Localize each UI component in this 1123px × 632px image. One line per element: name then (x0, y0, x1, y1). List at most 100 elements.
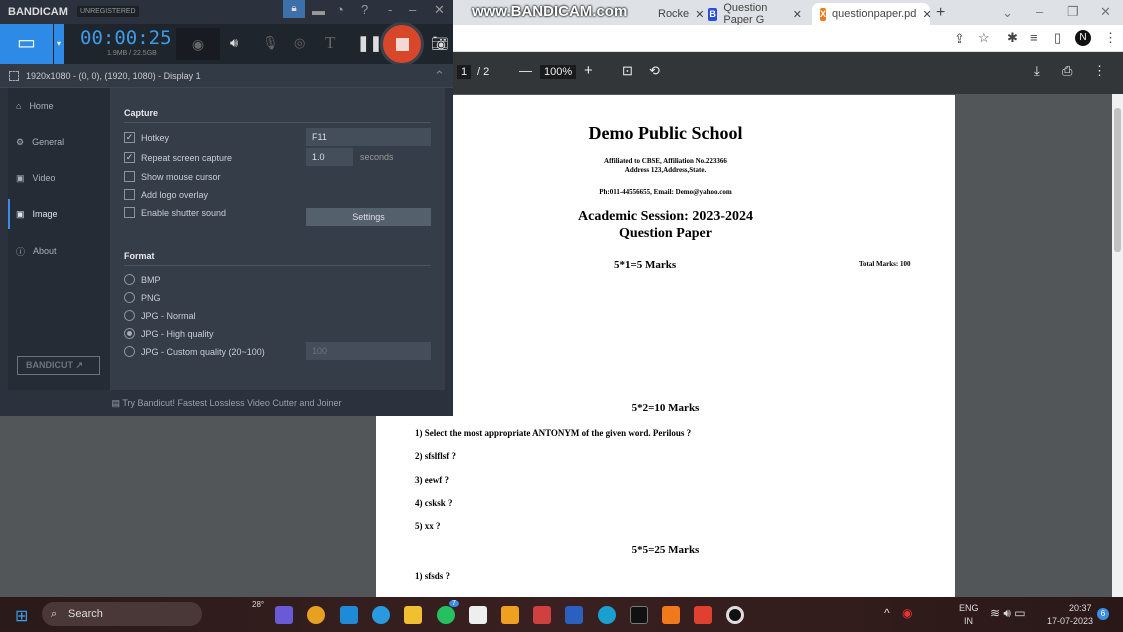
show-hidden-icons[interactable]: ^ (884, 606, 890, 620)
checkbox-checked[interactable]: ✓ (124, 132, 135, 143)
notification-badge[interactable]: 6 (1097, 608, 1109, 620)
speaker-icon[interactable]: 🔊︎ (230, 35, 238, 51)
bandicam-taskbar-icon[interactable] (726, 606, 744, 624)
region[interactable]: IN (964, 616, 973, 626)
clock-icon[interactable]: ◔ (336, 2, 344, 17)
text-overlay-icon[interactable]: T (325, 33, 335, 53)
minimize-button[interactable]: – (1036, 4, 1043, 19)
record-tray-icon[interactable]: ◉ (902, 606, 912, 620)
radio[interactable] (124, 346, 135, 357)
mode-dropdown-button[interactable]: ▾ (54, 24, 64, 64)
sidebar-item-image[interactable]: ▣ Image (8, 199, 102, 229)
new-tab-button[interactable]: + (936, 4, 945, 22)
radio-selected[interactable] (124, 328, 135, 339)
checkbox[interactable] (124, 207, 135, 218)
radio[interactable] (124, 274, 135, 285)
quality-field[interactable]: 100 (306, 342, 431, 360)
radio[interactable] (124, 310, 135, 321)
whatsapp-icon[interactable] (437, 606, 455, 624)
sublime-icon[interactable] (501, 606, 519, 624)
tab-search-icon[interactable]: ⌄ (1002, 5, 1013, 21)
checkbox-checked[interactable]: ✓ (124, 152, 135, 163)
star-icon[interactable]: ☆ (978, 30, 990, 46)
bandicam-footer[interactable]: ▤ Try Bandicut! Fastest Lossless Video C… (0, 390, 453, 416)
wifi-volume-battery-icons[interactable]: ≋ 🔊︎ ▭ (990, 606, 1026, 621)
more-icon[interactable]: ⋮ (1093, 63, 1106, 79)
extensions-icon[interactable]: ✱ (1007, 30, 1018, 46)
shutter-sound-checkbox[interactable]: Enable shutter sound (124, 207, 226, 218)
fit-page-icon[interactable]: ⊡ (622, 63, 633, 79)
app-icon[interactable] (372, 606, 390, 624)
checkbox[interactable] (124, 189, 135, 200)
pause-button[interactable]: ❚❚ (357, 34, 382, 52)
app-icon[interactable] (340, 606, 358, 624)
download-icon[interactable]: ⤓ (1034, 63, 1040, 79)
close-window-button[interactable]: ✕ (1100, 4, 1111, 20)
share-icon[interactable]: ⇪ (954, 31, 965, 47)
show-cursor-checkbox[interactable]: Show mouse cursor (124, 171, 221, 182)
repeat-interval-field[interactable]: 1.0 (306, 148, 353, 166)
format-bmp-radio[interactable]: BMP (124, 274, 161, 285)
stop-record-button[interactable] (380, 22, 424, 66)
terminal-icon[interactable] (630, 606, 648, 624)
tab-question-paper-generator[interactable]: B Question Paper G ✕ (700, 2, 810, 26)
bandicut-button[interactable]: BANDICUT ↗ (17, 356, 100, 375)
clock-time[interactable]: 20:37 (1069, 603, 1092, 613)
settings-button[interactable]: Settings (306, 208, 431, 226)
format-png-radio[interactable]: PNG (124, 292, 161, 303)
app-icon[interactable] (533, 606, 551, 624)
profile-avatar[interactable]: N (1075, 30, 1091, 46)
zoom-out-button[interactable]: — (519, 63, 532, 78)
maximize-button[interactable]: ❐ (1067, 4, 1079, 20)
repeat-capture-checkbox[interactable]: ✓ Repeat screen capture (124, 152, 232, 163)
sidebar-item-about[interactable]: ⓘ About (8, 236, 102, 266)
page-number-input[interactable]: 1 (457, 65, 472, 79)
format-jpg-normal-radio[interactable]: JPG - Normal (124, 310, 196, 321)
zoom-in-button[interactable]: + (584, 62, 593, 79)
format-jpg-high-radio[interactable]: JPG - High quality (124, 328, 214, 339)
lock-icon[interactable]: 🔒︎ (283, 0, 305, 18)
close-icon[interactable]: ✕ (793, 8, 802, 21)
chrome-icon[interactable] (307, 606, 325, 624)
collapse-icon[interactable]: ⌃ (434, 68, 445, 84)
help-icon[interactable]: ? (361, 2, 368, 17)
menu-icon[interactable]: ⋮ (1104, 30, 1117, 46)
scrollbar[interactable] (1112, 94, 1123, 597)
file-explorer-icon[interactable] (404, 606, 422, 624)
teams-icon[interactable] (275, 606, 293, 624)
mini-mode-button[interactable]: - (388, 2, 392, 17)
tab-rocket[interactable]: Rocke ✕ (650, 3, 704, 25)
zoom-input[interactable]: 100% (540, 65, 577, 79)
webcam-icon[interactable]: ◉ (176, 28, 220, 60)
store-icon[interactable] (469, 606, 487, 624)
minimize-button[interactable]: – (409, 2, 416, 17)
microphone-icon[interactable]: 🎙︎ (262, 35, 279, 51)
hotkey-checkbox[interactable]: ✓ Hotkey (124, 132, 169, 143)
print-icon[interactable]: ⎙ (1062, 63, 1072, 79)
sidebar-item-home[interactable]: ⌂ Home (8, 91, 102, 121)
mouse-click-icon[interactable]: ◎ (294, 35, 305, 51)
radio[interactable] (124, 292, 135, 303)
screen-mode-button[interactable]: ▭ (0, 24, 53, 64)
checkbox[interactable] (124, 171, 135, 182)
xampp-icon[interactable] (662, 606, 680, 624)
folder-icon[interactable]: ▬ (312, 3, 325, 18)
search-box[interactable]: ⌕ Search (42, 602, 202, 626)
sidebar-item-video[interactable]: ▣ Video (8, 163, 102, 193)
hotkey-field[interactable]: F11 (306, 128, 431, 146)
unregistered-badge[interactable]: UNREGISTERED (77, 6, 139, 17)
language[interactable]: ENG (959, 603, 979, 613)
side-panel-icon[interactable]: ▯ (1054, 30, 1061, 46)
close-icon[interactable]: ✕ (922, 8, 931, 21)
format-jpg-custom-radio[interactable]: JPG - Custom quality (20~100) (124, 346, 265, 357)
tab-questionpaper-pdf[interactable]: Xquestionpaper.pd ✕ (812, 3, 932, 25)
clock-date[interactable]: 17-07-2023 (1047, 616, 1093, 626)
edge-icon[interactable] (598, 606, 616, 624)
reading-list-icon[interactable]: ≡ (1030, 30, 1038, 45)
word-icon[interactable] (565, 606, 583, 624)
close-button[interactable]: ✕ (434, 2, 445, 18)
rotate-icon[interactable]: ⟲ (649, 63, 660, 79)
windows-start-icon[interactable]: ⊞ (15, 606, 28, 626)
camera-icon[interactable]: 📷︎ (431, 35, 449, 52)
sidebar-item-general[interactable]: ⚙ General (8, 127, 102, 157)
